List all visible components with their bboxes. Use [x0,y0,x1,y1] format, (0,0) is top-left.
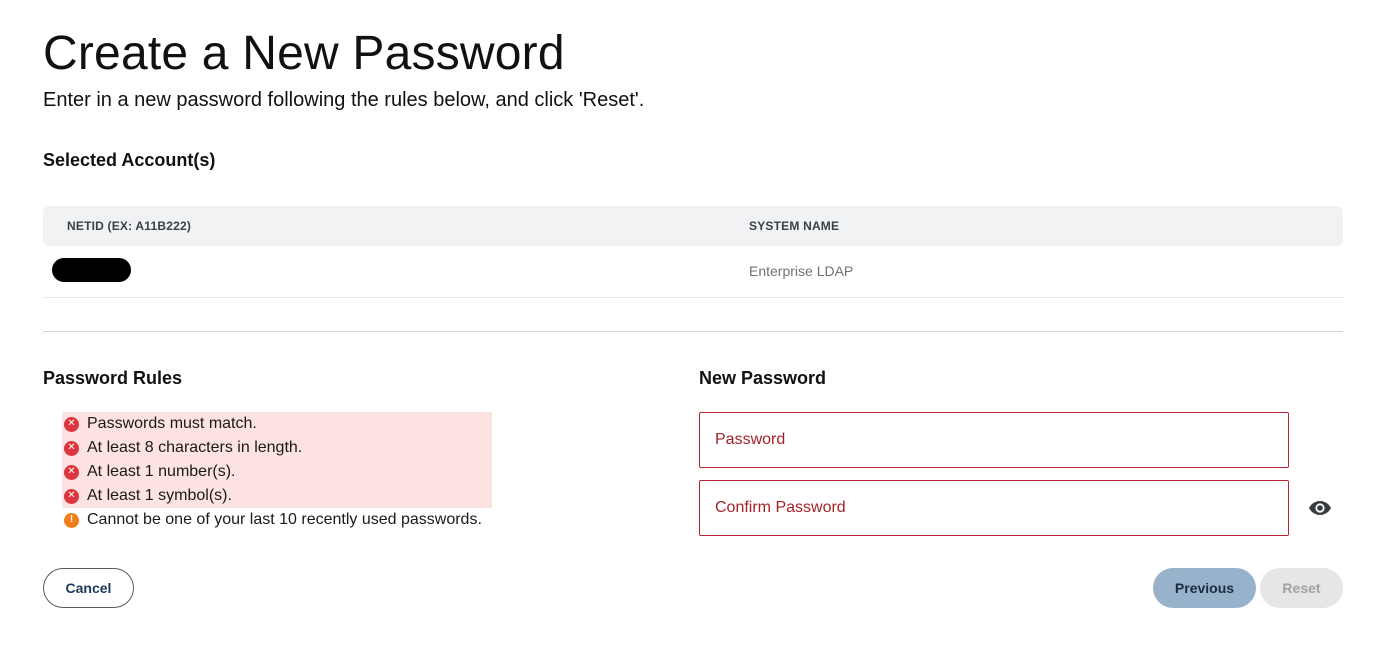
eye-icon[interactable] [1308,498,1332,518]
section-divider [43,331,1343,332]
cancel-button[interactable]: Cancel [43,568,134,608]
error-circle-icon: ✕ [64,440,79,456]
column-header-system-name: SYSTEM NAME [749,219,840,233]
redacted-netid [52,258,131,282]
rule-passwords-match: ✕ Passwords must match. [62,412,482,436]
error-circle-icon: ✕ [64,464,79,480]
rule-text: At least 8 characters in length. [87,439,303,456]
rule-text: Cannot be one of your last 10 recently u… [87,511,482,528]
reset-button[interactable]: Reset [1260,568,1343,608]
password-rules-list: ✕ Passwords must match. ✕ At least 8 cha… [62,412,482,532]
rule-text: At least 1 number(s). [87,463,236,480]
password-input[interactable] [699,412,1289,468]
page-title: Create a New Password [43,27,565,80]
warning-circle-icon: ! [64,512,79,528]
rule-min-length: ✕ At least 8 characters in length. [62,436,482,460]
rule-symbol: ✕ At least 1 symbol(s). [62,484,482,508]
rule-password-history: ! Cannot be one of your last 10 recently… [62,508,482,532]
rule-number: ✕ At least 1 number(s). [62,460,482,484]
error-circle-icon: ✕ [64,416,79,432]
selected-accounts-heading: Selected Account(s) [43,150,216,170]
rule-text: At least 1 symbol(s). [87,487,232,504]
previous-button[interactable]: Previous [1153,568,1256,608]
confirm-password-input[interactable] [699,480,1289,536]
table-header: NETID (EX: A11B222) SYSTEM NAME [43,206,1343,246]
column-header-netid: NETID (EX: A11B222) [67,219,192,233]
system-name-cell: Enterprise LDAP [749,263,854,279]
table-row: Enterprise LDAP [43,246,1343,298]
accounts-table: NETID (EX: A11B222) SYSTEM NAME Enterpri… [43,206,1343,298]
page-subtitle: Enter in a new password following the ru… [43,89,645,111]
new-password-heading: New Password [699,368,827,388]
rule-text: Passwords must match. [87,415,257,432]
password-rules-heading: Password Rules [43,368,183,388]
error-circle-icon: ✕ [64,488,79,504]
